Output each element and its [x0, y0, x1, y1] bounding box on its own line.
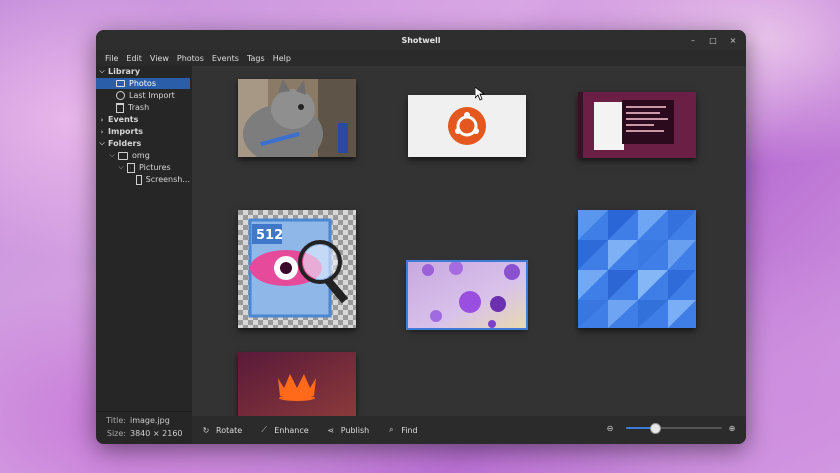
sidebar-item-last-import[interactable]: Last Import: [116, 90, 190, 101]
photo-info-panel: Title: image.jpg Size: 3840 × 2160: [96, 411, 192, 444]
sidebar-item-events[interactable]: › Events: [98, 114, 190, 125]
thumbnail-blue-pattern[interactable]: [578, 210, 696, 328]
minimize-button[interactable]: –: [686, 33, 700, 47]
rotate-button[interactable]: ↻ Rotate: [202, 425, 243, 435]
enhance-button[interactable]: ⟋ Enhance: [260, 425, 309, 435]
maximize-button[interactable]: □: [706, 33, 720, 47]
wand-icon: ⟋: [261, 425, 267, 434]
publish-button[interactable]: ⋖ Publish: [327, 425, 370, 435]
shotwell-window: Shotwell – □ × File Edit View Photos Eve…: [96, 30, 746, 444]
sidebar-item-label: Screensh...: [145, 175, 190, 184]
sidebar-item-label: Trash: [128, 103, 150, 112]
chevron-right-icon: ›: [100, 127, 104, 136]
thumbnail-crown[interactable]: [238, 352, 356, 418]
photos-icon: [116, 80, 125, 87]
cat-photo: [238, 79, 356, 157]
folder-icon: [127, 162, 135, 173]
zoom-control: ⊖ ⊕: [606, 423, 742, 434]
info-size-value: 3840 × 2160: [130, 429, 183, 438]
folder-icon: [118, 151, 128, 160]
ubuntu-logo-photo: [408, 95, 526, 157]
title-bar[interactable]: Shotwell – □ ×: [96, 30, 746, 50]
menu-help[interactable]: Help: [269, 54, 295, 63]
clock-icon: [116, 91, 125, 100]
chevron-down-icon: ⌵: [99, 67, 105, 75]
thumbnail-terminal[interactable]: [578, 92, 696, 158]
chevron-right-icon: ›: [100, 115, 104, 124]
zoom-out-icon[interactable]: ⊖: [606, 424, 614, 433]
info-title-key: Title:: [106, 416, 126, 425]
folder-icon: [136, 174, 142, 185]
sidebar-item-imports[interactable]: › Imports: [98, 126, 190, 137]
rotate-icon: ↻: [202, 425, 210, 435]
sidebar-item-label: Events: [108, 115, 139, 124]
sidebar-item-label: omg: [132, 151, 150, 160]
find-button[interactable]: ⌕ Find: [387, 425, 418, 435]
chevron-down-icon: ⌵: [118, 163, 124, 171]
thumbnail-eye-icon[interactable]: 512: [238, 210, 356, 328]
thumbnail-ubuntu-logo[interactable]: [408, 95, 526, 157]
badge-512: 512: [256, 228, 283, 243]
crown-photo: [238, 352, 356, 418]
publish-label: Publish: [340, 425, 370, 435]
trash-icon: [116, 102, 124, 113]
sidebar-item-folder-pictures[interactable]: ⌵ Pictures: [117, 162, 190, 173]
thumbnail-flowers[interactable]: [406, 260, 528, 330]
sidebar-item-folder-screenshots[interactable]: Screensh...: [136, 174, 190, 185]
sidebar-item-label: Library: [108, 67, 141, 76]
menu-edit[interactable]: Edit: [122, 54, 146, 63]
chevron-down-icon: ⌵: [109, 151, 115, 159]
cursor-arrow-icon: [474, 86, 486, 101]
menu-bar: File Edit View Photos Events Tags Help: [96, 50, 746, 66]
photo-grid: 512: [192, 66, 746, 444]
close-button[interactable]: ×: [726, 33, 740, 47]
zoom-in-icon[interactable]: ⊕: [728, 424, 736, 433]
sidebar-item-trash[interactable]: Trash: [116, 102, 190, 113]
sidebar-item-folders[interactable]: ⌵ Folders: [98, 138, 190, 149]
search-icon: ⌕: [388, 425, 394, 434]
zoom-slider[interactable]: [626, 423, 722, 434]
blue-pattern-photo: [578, 210, 696, 328]
menu-view[interactable]: View: [146, 54, 173, 63]
sidebar-item-folder-omg[interactable]: ⌵ omg: [108, 150, 190, 161]
flowers-photo: [408, 262, 526, 328]
menu-events[interactable]: Events: [208, 54, 243, 63]
thumbnail-cat[interactable]: [238, 79, 356, 157]
find-label: Find: [401, 425, 418, 435]
sidebar-item-label: Photos: [129, 79, 156, 88]
info-title-row: Title: image.jpg: [100, 416, 170, 425]
sidebar-item-library[interactable]: ⌵ Library: [98, 66, 190, 77]
sidebar-item-label: Last Import: [129, 91, 175, 100]
bottom-toolbar: ↻ Rotate ⟋ Enhance ⋖ Publish ⌕ Find ⊖ ⊕: [192, 416, 746, 444]
zoom-slider-handle[interactable]: [650, 423, 661, 434]
sidebar-item-label: Pictures: [139, 163, 171, 172]
menu-tags[interactable]: Tags: [243, 54, 269, 63]
info-size-key: Size:: [106, 429, 126, 438]
share-icon: ⋖: [327, 425, 335, 435]
terminal-photo: [578, 92, 696, 158]
sidebar-item-label: Imports: [108, 127, 144, 136]
enhance-label: Enhance: [274, 425, 309, 435]
info-title-value: image.jpg: [130, 416, 170, 425]
menu-file[interactable]: File: [101, 54, 122, 63]
sidebar-item-label: Folders: [108, 139, 142, 148]
chevron-down-icon: ⌵: [99, 139, 105, 147]
eye-icon-photo: 512: [238, 210, 356, 328]
rotate-label: Rotate: [216, 425, 243, 435]
sidebar-item-photos[interactable]: Photos: [96, 78, 190, 89]
window-controls: – □ ×: [686, 33, 740, 47]
menu-photos[interactable]: Photos: [173, 54, 208, 63]
sidebar: ⌵ Library Photos Last Import Trash › Eve…: [96, 66, 193, 444]
info-size-row: Size: 3840 × 2160: [100, 429, 183, 438]
window-title: Shotwell: [401, 35, 441, 45]
